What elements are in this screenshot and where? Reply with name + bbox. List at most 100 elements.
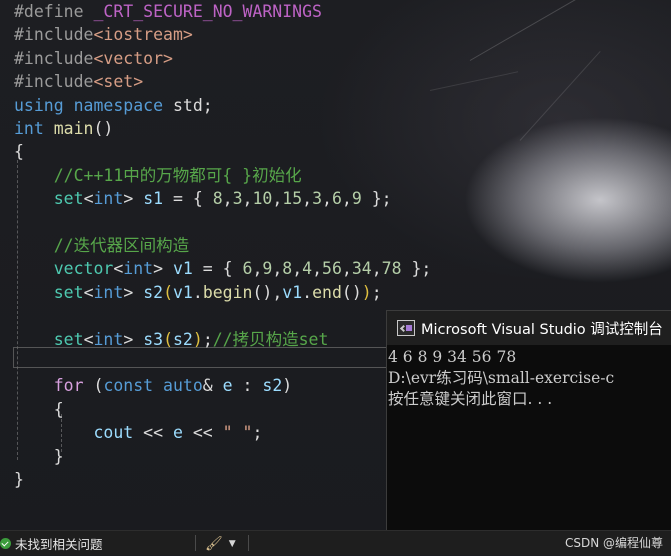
code-line[interactable]: } [14, 445, 64, 468]
code-token: set [53, 189, 84, 209]
code-token: //拷贝构造set [212, 329, 329, 349]
code-token: auto [163, 376, 203, 396]
code-token: ; [371, 282, 382, 302]
console-titlebar[interactable]: Microsoft Visual Studio 调试控制台 [387, 311, 671, 345]
code-token: int [123, 259, 154, 279]
code-line[interactable]: using namespace std; [14, 94, 213, 117]
code-line[interactable]: //迭代器区间构造 [14, 234, 189, 257]
code-token: }; [361, 189, 392, 209]
console-line: D:\evr练习码\small-exercise-c [388, 369, 615, 387]
code-line[interactable]: { [14, 140, 24, 163]
code-line[interactable]: for (const auto& e : s2) [14, 374, 292, 397]
code-token: : [232, 376, 263, 396]
code-token: std; [163, 95, 213, 115]
watermark: CSDN @编程仙尊 [564, 536, 663, 550]
code-token: , [292, 259, 303, 279]
code-token: e [172, 423, 183, 443]
code-line[interactable]: set<int> s1 = { 8,3,10,15,3,6,9 }; [14, 187, 392, 210]
code-line[interactable]: #include<vector> [14, 47, 173, 70]
code-line[interactable]: #include<iostream> [14, 23, 193, 46]
code-line[interactable]: set<int> s3(s2);//拷贝构造set [14, 328, 329, 351]
code-token: " " [222, 423, 253, 443]
code-token: 9 [262, 259, 273, 279]
code-token: > [123, 282, 144, 302]
code-token: e [222, 376, 233, 396]
code-token: = { [163, 189, 213, 209]
code-token: vector [53, 259, 114, 279]
status-divider [248, 535, 249, 551]
code-line[interactable]: { [14, 398, 64, 421]
code-token: 8 [212, 189, 223, 209]
code-token: , [272, 259, 283, 279]
code-token: <set> [93, 72, 144, 92]
code-token: main [53, 119, 94, 138]
issues-label: 未找到相关问题 [15, 537, 103, 552]
code-token: } [14, 446, 64, 466]
code-token: << [133, 423, 173, 443]
code-token: { [14, 399, 64, 419]
code-token: //C++11中的万物都可{ }初始化 [53, 165, 302, 185]
code-token: , [371, 259, 382, 279]
console-line: 4 6 8 9 34 56 78 [388, 348, 517, 366]
code-token: #include [14, 48, 94, 68]
vs-console-icon [397, 320, 415, 336]
code-token: , [222, 189, 233, 209]
code-token: v1 [172, 259, 193, 279]
code-token: , [242, 189, 253, 209]
code-token: ( [163, 329, 173, 349]
chevron-down-icon[interactable]: ▼ [229, 539, 236, 549]
code-line[interactable]: int main() [14, 117, 113, 140]
code-token: << [182, 423, 223, 443]
code-token: 15 [282, 189, 303, 209]
code-token: v1 [282, 282, 303, 302]
code-line[interactable]: vector<int> v1 = { 6,9,8,4,56,34,78 }; [14, 257, 432, 280]
code-line[interactable]: } [14, 468, 24, 491]
code-token: s2 [173, 329, 193, 349]
code-token: end [312, 282, 342, 302]
code-token: . [192, 282, 203, 302]
debug-console-window[interactable]: Microsoft Visual Studio 调试控制台 4 6 8 9 34… [386, 310, 671, 531]
code-token: , [272, 189, 283, 209]
code-line[interactable]: //C++11中的万物都可{ }初始化 [14, 164, 302, 187]
code-token: int [93, 329, 124, 349]
code-cleanup-button[interactable]: 🖌 ▼ [205, 533, 236, 554]
code-token: }; [401, 259, 432, 279]
code-token: 4 [302, 259, 313, 279]
code-token: #include [14, 25, 94, 45]
code-token: for [53, 376, 84, 396]
code-token: () [341, 282, 362, 302]
check-circle-icon [0, 538, 11, 549]
code-token: 6 [331, 189, 342, 209]
code-token: int [14, 119, 44, 138]
code-token: 56 [322, 259, 342, 279]
code-token: #define [14, 2, 94, 21]
code-token: set [53, 329, 84, 349]
brush-icon: 🖌 [205, 535, 223, 552]
code-line[interactable]: #define _CRT_SECURE_NO_WARNINGS [14, 0, 322, 23]
code-token: //迭代器区间构造 [53, 236, 190, 255]
code-token: s3 [143, 329, 164, 349]
console-output: 4 6 8 9 34 56 78 D:\evr练习码\small-exercis… [387, 347, 671, 410]
code-line[interactable]: set<int> s2(v1.begin(),v1.end()); [14, 281, 382, 304]
code-line[interactable]: cout << e << " "; [14, 421, 262, 444]
code-token: s1 [143, 189, 164, 209]
code-token: <iostream> [93, 25, 193, 45]
code-token: { [14, 142, 24, 162]
code-token: 34 [351, 259, 372, 279]
code-token: (), [252, 282, 283, 302]
issues-indicator[interactable]: 未找到相关问题 [0, 531, 103, 556]
code-token: v1 [173, 282, 193, 302]
code-token: } [14, 470, 24, 489]
code-line[interactable]: #include<set> [14, 70, 143, 93]
code-token: 6 [242, 259, 253, 279]
status-bar: 未找到相关问题 🖌 ▼ CSDN @编程仙尊 [0, 530, 671, 555]
code-token: , [341, 189, 352, 209]
code-token: ) [282, 376, 293, 396]
code-token: ( [163, 282, 173, 302]
